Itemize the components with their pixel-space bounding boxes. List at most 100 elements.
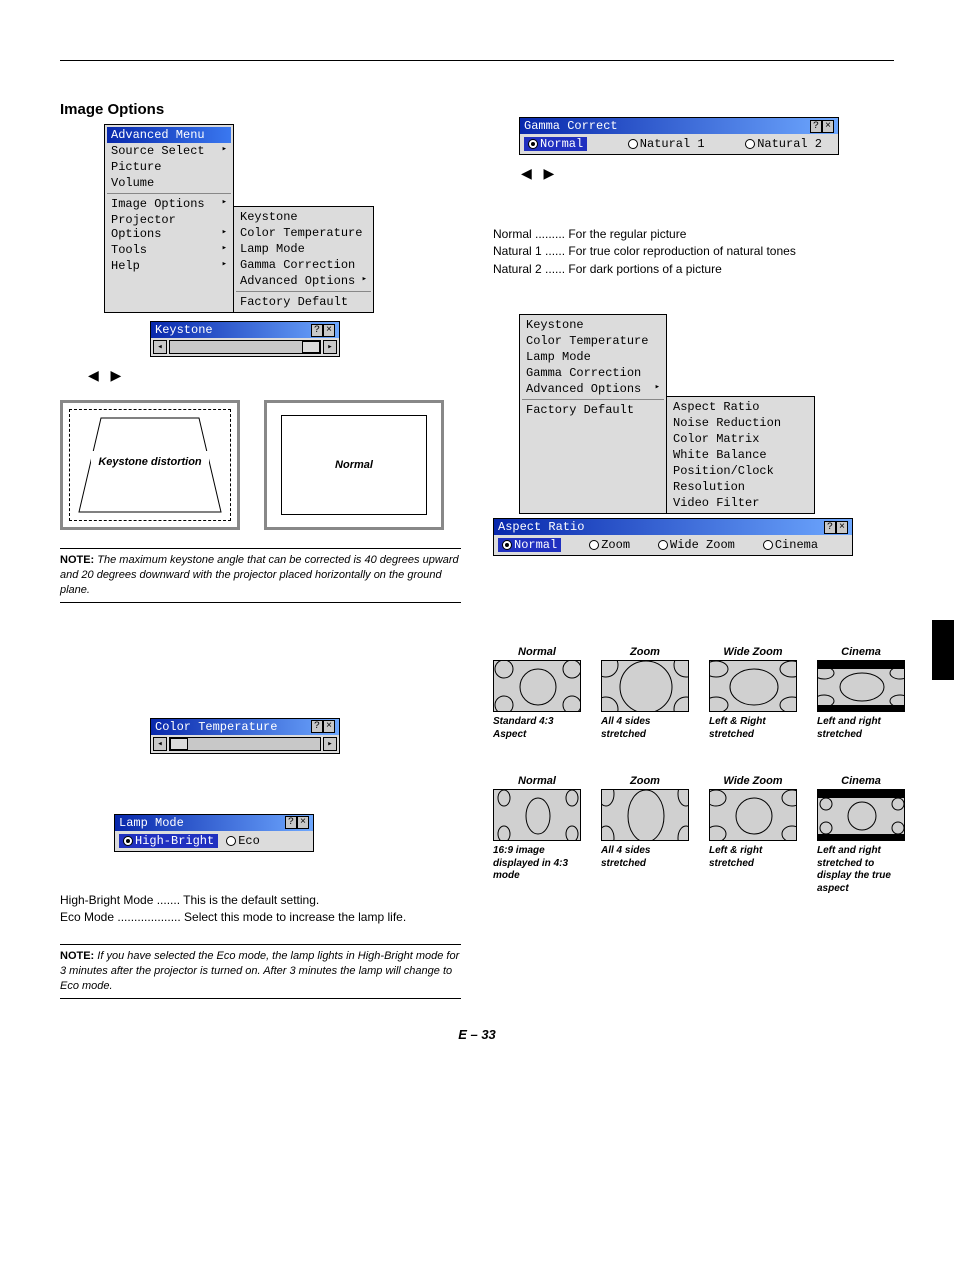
gamma-natural-2[interactable]: Natural 2 xyxy=(745,137,822,151)
menu-item[interactable]: Advanced Options▸ xyxy=(236,273,371,289)
aspect-sub: Left and right stretched xyxy=(817,716,905,741)
menu-item[interactable]: Keystone xyxy=(236,209,371,225)
menu-item[interactable]: Source Select▸ xyxy=(107,143,231,159)
aspect-sub: All 4 sides stretched xyxy=(601,716,689,741)
keystone-slider[interactable]: ◂ ▸ xyxy=(151,338,339,356)
color-temp-slider[interactable]: ◂ ▸ xyxy=(151,735,339,753)
close-icon[interactable]: × xyxy=(323,720,335,733)
menu-item[interactable]: Color Temperature xyxy=(236,225,371,241)
radio-icon xyxy=(528,139,538,149)
gamma-normal[interactable]: Normal xyxy=(524,137,587,151)
menu-item[interactable]: Factory Default xyxy=(236,294,371,310)
keystone-diagrams: Keystone distortion Normal xyxy=(60,400,461,530)
aspect-ratio-dialog: Aspect Ratio ? × Normal Zoom Wide Zoom C… xyxy=(493,518,853,556)
gamma-correct-dialog: Gamma Correct ? × Normal Natural 1 Natur… xyxy=(519,117,839,155)
lamp-mode-title: Lamp Mode ? × xyxy=(115,815,313,831)
left-column: Image Options Advanced Menu Source Selec… xyxy=(60,101,461,999)
keystone-dialog: Keystone ? × ◂ ▸ xyxy=(150,321,340,357)
help-icon[interactable]: ? xyxy=(311,720,323,733)
slider-thumb[interactable] xyxy=(302,341,320,353)
help-icon[interactable]: ? xyxy=(311,324,323,337)
aspect-normal[interactable]: Normal xyxy=(498,538,561,552)
help-icon[interactable]: ? xyxy=(824,521,836,534)
aspect-diagrams-row-1: Normal Standard 4:3 Aspect Zoom All 4 si… xyxy=(493,646,894,741)
menu-item[interactable]: Tools▸ xyxy=(107,242,231,258)
lamp-mode-options: High-Bright Eco xyxy=(115,831,313,851)
menu-item[interactable]: Gamma Correction xyxy=(522,365,664,381)
menu-item[interactable]: Video Filter xyxy=(669,495,812,511)
aspect-sub: Standard 4:3 Aspect xyxy=(493,716,581,741)
aspect-thumb-cinema-169 xyxy=(817,789,905,841)
lamp-mode-description: High-Bright Mode ....... This is the def… xyxy=(60,892,461,927)
aspect-sub: Left & Right stretched xyxy=(709,716,797,741)
menu-item[interactable]: Image Options▸ xyxy=(107,196,231,212)
menu-item[interactable]: Lamp Mode xyxy=(522,349,664,365)
aspect-cinema[interactable]: Cinema xyxy=(763,538,818,552)
radio-icon xyxy=(226,836,236,846)
menu-item[interactable]: Factory Default xyxy=(522,402,664,418)
menu-item[interactable]: Position/Clock xyxy=(669,463,812,479)
menu-item[interactable]: Help▸ xyxy=(107,258,231,274)
radio-icon xyxy=(658,540,668,550)
menu-item[interactable]: Gamma Correction xyxy=(236,257,371,273)
image-options-submenu: Keystone Color Temperature Lamp Mode Gam… xyxy=(234,206,374,313)
close-icon[interactable]: × xyxy=(836,521,848,534)
lamp-mode-dialog: Lamp Mode ? × High-Bright Eco xyxy=(114,814,314,852)
gamma-natural-1[interactable]: Natural 1 xyxy=(628,137,705,151)
menu-item[interactable]: Resolution xyxy=(669,479,812,495)
aspect-cell: Cinema Left and right stretched xyxy=(817,646,905,741)
menu-item[interactable]: Advanced Options▸ xyxy=(522,381,664,397)
menu-item[interactable]: Aspect Ratio xyxy=(669,399,812,415)
arrow-left-icon: ◀ xyxy=(88,367,99,383)
aspect-sub: All 4 sides stretched xyxy=(601,845,689,870)
color-temperature-dialog: Color Temperature ? × ◂ ▸ xyxy=(150,718,340,754)
aspect-label: Wide Zoom xyxy=(709,775,797,787)
aspect-label: Wide Zoom xyxy=(709,646,797,658)
aspect-cell: Zoom All 4 sides stretched xyxy=(601,775,689,895)
lamp-mode-high-bright[interactable]: High-Bright xyxy=(119,834,218,848)
aspect-label: Cinema xyxy=(817,775,905,787)
help-icon[interactable]: ? xyxy=(285,816,297,829)
slider-track[interactable] xyxy=(169,737,321,751)
aspect-ratio-title: Aspect Ratio ? × xyxy=(494,519,852,535)
close-icon[interactable]: × xyxy=(323,324,335,337)
right-column: Gamma Correct ? × Normal Natural 1 Natur… xyxy=(493,101,894,999)
radio-icon xyxy=(502,540,512,550)
keystone-note: NOTE: The maximum keystone angle that ca… xyxy=(60,548,461,603)
radio-icon xyxy=(745,139,755,149)
slider-left-icon[interactable]: ◂ xyxy=(153,737,167,751)
menu-item[interactable]: Color Matrix xyxy=(669,431,812,447)
slider-right-icon[interactable]: ▸ xyxy=(323,737,337,751)
slider-track[interactable] xyxy=(169,340,321,354)
arrow-left-icon: ◀ xyxy=(521,165,532,181)
aspect-cell: Zoom All 4 sides stretched xyxy=(601,646,689,741)
aspect-sub: 16:9 image displayed in 4:3 mode xyxy=(493,845,581,883)
slider-thumb[interactable] xyxy=(170,738,188,750)
menu-item[interactable]: Volume xyxy=(107,175,231,191)
menu-item[interactable]: Noise Reduction xyxy=(669,415,812,431)
menu-item[interactable]: White Balance xyxy=(669,447,812,463)
menu-item[interactable]: Projector Options▸ xyxy=(107,212,231,242)
aspect-thumb-normal-169 xyxy=(493,789,581,841)
slider-left-icon[interactable]: ◂ xyxy=(153,340,167,354)
help-icon[interactable]: ? xyxy=(810,120,822,133)
aspect-wide-zoom[interactable]: Wide Zoom xyxy=(658,538,735,552)
arrow-right-icon: ▶ xyxy=(543,165,554,181)
aspect-label: Zoom xyxy=(601,775,689,787)
advanced-menu-panel: Advanced Menu Source Select▸ Picture Vol… xyxy=(104,124,234,313)
close-icon[interactable]: × xyxy=(822,120,834,133)
menu-item[interactable]: Picture xyxy=(107,159,231,175)
slider-right-icon[interactable]: ▸ xyxy=(323,340,337,354)
menu-item[interactable]: Lamp Mode xyxy=(236,241,371,257)
menu-item[interactable]: Keystone xyxy=(522,317,664,333)
aspect-zoom[interactable]: Zoom xyxy=(589,538,630,552)
page-edge-tab xyxy=(932,620,954,680)
menu-item[interactable]: Color Temperature xyxy=(522,333,664,349)
aspect-label: Normal xyxy=(493,775,581,787)
aspect-cell: Normal Standard 4:3 Aspect xyxy=(493,646,581,741)
aspect-cell: Wide Zoom Left & Right stretched xyxy=(709,646,797,741)
lamp-mode-eco[interactable]: Eco xyxy=(226,834,260,848)
gamma-description: Normal ......... For the regular picture… xyxy=(493,226,894,278)
close-icon[interactable]: × xyxy=(297,816,309,829)
aspect-thumb-cinema xyxy=(817,660,905,712)
